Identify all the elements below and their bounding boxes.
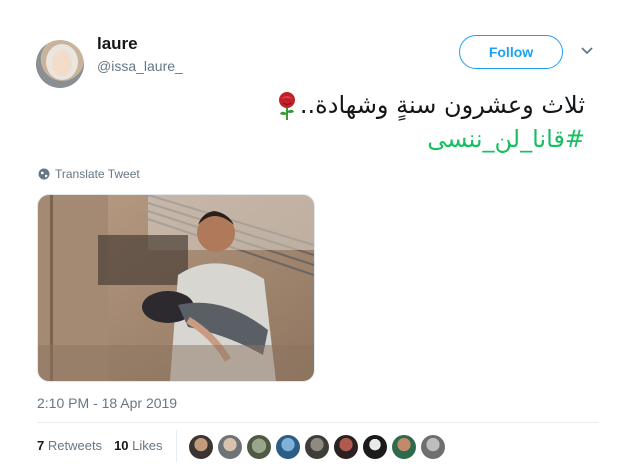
stats-separator <box>176 430 177 462</box>
likes-label: Likes <box>132 438 163 453</box>
liker-avatar[interactable] <box>421 435 445 459</box>
liker-avatar[interactable] <box>189 435 213 459</box>
translate-tweet-link[interactable]: Translate Tweet <box>38 167 140 181</box>
user-avatar[interactable] <box>36 40 84 88</box>
likes-stat[interactable]: 10 Likes <box>114 438 162 453</box>
liker-avatar[interactable] <box>334 435 358 459</box>
chevron-down-icon[interactable] <box>580 46 594 56</box>
tweet-photo[interactable] <box>37 194 315 382</box>
liker-avatar[interactable] <box>247 435 271 459</box>
liker-avatar[interactable] <box>363 435 387 459</box>
divider-top <box>37 422 599 423</box>
photo-image <box>38 195 314 381</box>
tweet-line-1: ثلاث وعشرون سنةٍ وشهادة.. <box>45 88 585 122</box>
rose-icon <box>278 92 295 120</box>
retweets-label: Retweets <box>47 438 103 453</box>
likes-count: 10 <box>114 438 129 453</box>
liker-avatar[interactable] <box>276 435 300 459</box>
liker-avatar[interactable] <box>218 435 242 459</box>
liker-avatar[interactable] <box>392 435 416 459</box>
likers-avatars <box>189 435 445 459</box>
tweet-stats: 7 Retweets 10 Likes <box>37 438 163 453</box>
user-handle[interactable]: @issa_laure_ <box>97 58 183 74</box>
retweets-count: 7 <box>37 438 45 453</box>
hashtag-link[interactable]: #قانا_لن_ننسى <box>45 122 585 156</box>
user-display-name[interactable]: laure <box>97 34 138 54</box>
tweet-timestamp[interactable]: 2:10 PM - 18 Apr 2019 <box>37 395 177 411</box>
liker-avatar[interactable] <box>305 435 329 459</box>
tweet-text-line: ثلاث وعشرون سنةٍ وشهادة.. <box>299 91 585 119</box>
avatar-face <box>52 50 72 76</box>
translate-label: Translate Tweet <box>55 167 140 181</box>
globe-icon <box>38 168 50 180</box>
tweet-text: ثلاث وعشرون سنةٍ وشهادة.. #قانا_لن_ننسى <box>45 88 585 156</box>
follow-button[interactable]: Follow <box>459 35 563 69</box>
retweets-stat[interactable]: 7 Retweets <box>37 438 102 453</box>
